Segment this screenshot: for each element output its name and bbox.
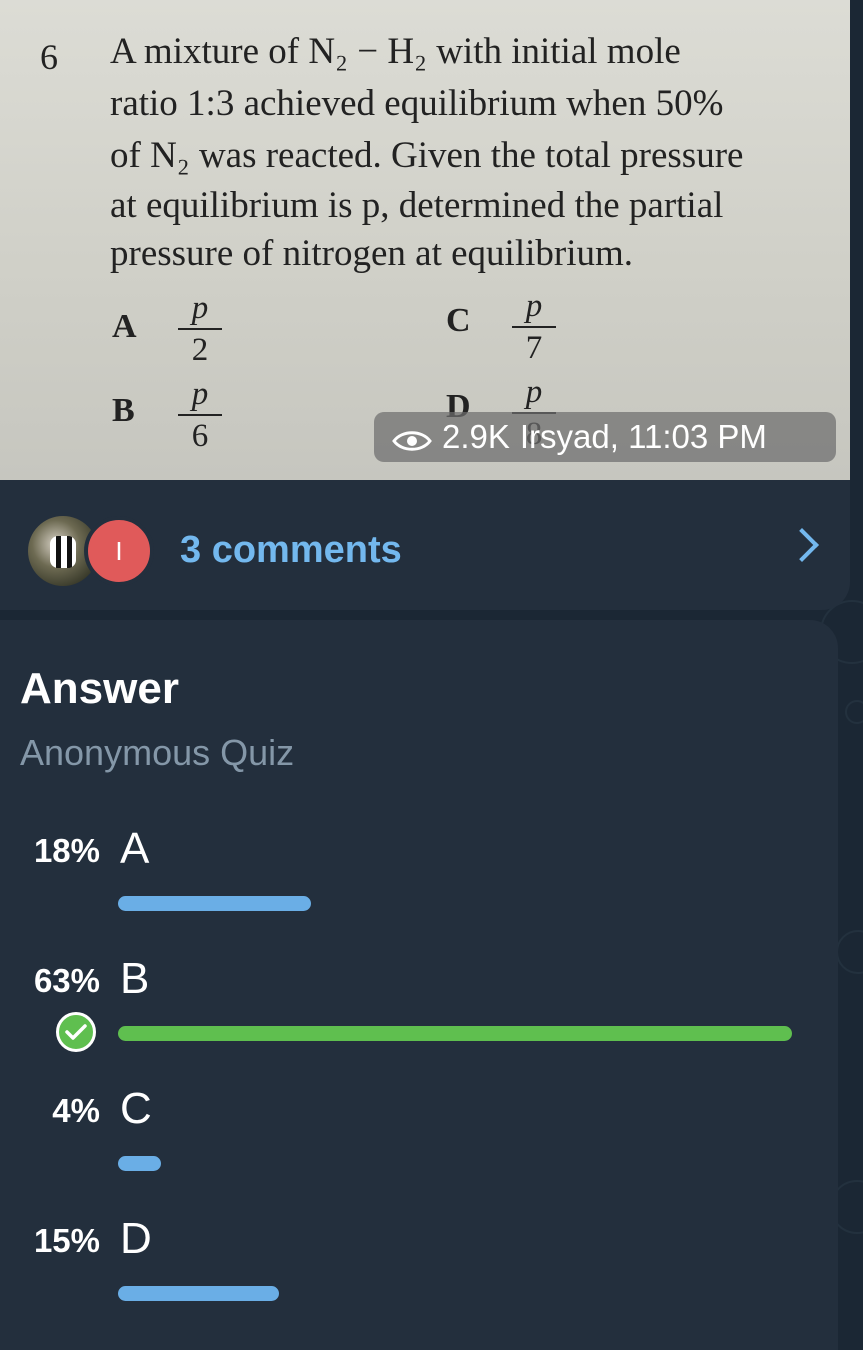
question-line-3: of N₂ was reacted. Given the total press… [110, 135, 744, 176]
quiz-poll: Answer Anonymous Quiz 18% A 63% B 4% C 1… [0, 620, 838, 1350]
poll-subtitle: Anonymous Quiz [20, 732, 295, 773]
chevron-right-icon [785, 528, 819, 562]
poll-option-bar [118, 1156, 161, 1171]
poll-option-bar [118, 1286, 279, 1301]
check-icon [56, 1012, 96, 1052]
question-number: 6 [40, 37, 58, 77]
poll-option-percent: 63% [33, 962, 100, 999]
question-line-2: ratio 1:3 achieved equilibrium when 50% [110, 83, 724, 124]
option-letter-a: A [112, 308, 137, 345]
question-line-1: A mixture of N₂ − H₂ with initial mole [110, 31, 681, 72]
option-fraction-a: p2 [178, 292, 222, 367]
option-fraction-c: p7 [512, 290, 556, 365]
eye-icon [392, 424, 432, 451]
question-line-4: at equilibrium is p, determined the part… [110, 185, 724, 226]
poll-option-percent: 4% [52, 1092, 100, 1129]
poll-option-label: D [120, 1214, 152, 1263]
poll-option-label: C [120, 1084, 152, 1133]
poll-option-a[interactable]: 18% A [0, 820, 838, 930]
author-time: Irsyad, 11:03 PM [519, 418, 767, 455]
poll-option-label: B [120, 954, 150, 1003]
comments-label: 3 comments [180, 529, 402, 571]
message-bubble: 6 A mixture of N₂ − H₂ with initial mole… [0, 0, 850, 610]
poll-title: Answer [20, 664, 179, 713]
poll-option-d[interactable]: 15% D [0, 1210, 838, 1320]
avatar: I [84, 516, 154, 586]
poll-option-percent: 18% [33, 832, 100, 869]
option-fraction-b: p6 [178, 378, 222, 453]
poll-option-percent: 15% [33, 1222, 100, 1259]
option-letter-b: B [112, 392, 135, 429]
poll-option-c[interactable]: 4% C [0, 1080, 838, 1190]
poll-option-label: A [120, 824, 150, 873]
comments-row[interactable]: I 3 comments [0, 481, 850, 610]
question-photo[interactable]: 6 A mixture of N₂ − H₂ with initial mole… [0, 0, 850, 480]
poll-option-b[interactable]: 63% B [0, 950, 838, 1060]
message-meta: 2.9K Irsyad, 11:03 PM [374, 412, 836, 462]
poll-option-bar [118, 896, 311, 911]
option-letter-c: C [446, 302, 471, 339]
poll-option-bar [118, 1026, 792, 1041]
view-count: 2.9K [442, 418, 510, 455]
question-line-5: pressure of nitrogen at equilibrium. [110, 233, 634, 274]
